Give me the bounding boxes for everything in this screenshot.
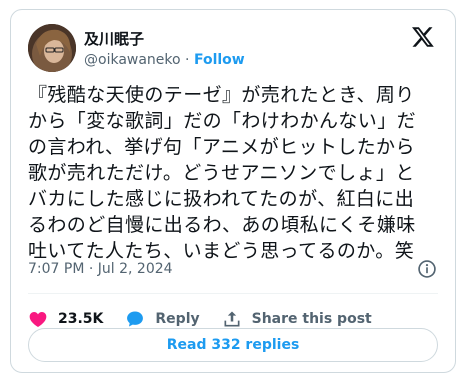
follow-button[interactable]: Follow (194, 52, 245, 68)
tweet-line: るわのど自慢に出るわ、あの頃私にくそ嫌味 (28, 214, 416, 236)
tweet-text: 『残酷な天使のテーゼ』が売れたとき、周り から「変な歌詞」だの「わけわかんない」… (28, 82, 440, 264)
info-icon[interactable] (417, 259, 437, 279)
tweet-line: 歌が売れただけ。どうせアニソンでしょ」と (28, 162, 415, 184)
avatar[interactable] (28, 24, 76, 72)
reply-button[interactable]: Reply (125, 309, 200, 329)
tweet-card: 及川眠子 @oikawaneko · Follow 『残酷な天使のテーゼ』が売れ… (10, 9, 456, 373)
share-label: Share this post (251, 311, 372, 327)
reply-bubble-icon (127, 311, 144, 327)
heart-icon (29, 312, 47, 327)
divider (28, 293, 438, 294)
tweet-timestamp[interactable]: 7:07 PM · Jul 2, 2024 (28, 261, 173, 277)
author-handle-line: @oikawaneko · Follow (84, 52, 245, 68)
tweet-line: バカにした感じに扱われてたのが、紅白に出 (28, 188, 415, 210)
author-name[interactable]: 及川眠子 (84, 28, 144, 49)
author-handle[interactable]: @oikawaneko (84, 52, 181, 68)
tweet-line: 『残酷な天使のテーゼ』が売れたとき、周り (28, 84, 415, 106)
like-button[interactable]: 23.5K (28, 309, 103, 329)
like-count: 23.5K (58, 311, 104, 327)
share-button[interactable]: Share this post (222, 309, 372, 329)
tweet-line: から「変な歌詞」だの「わけわかんない」だ (28, 110, 417, 132)
separator-dot: · (185, 52, 194, 68)
read-replies-button[interactable]: Read 332 replies (28, 328, 438, 362)
x-logo-icon[interactable] (411, 25, 435, 49)
share-icon (224, 311, 240, 327)
reply-label: Reply (155, 311, 200, 327)
tweet-line: の言われ、挙げ句「アニメがヒットしたから (28, 136, 415, 158)
